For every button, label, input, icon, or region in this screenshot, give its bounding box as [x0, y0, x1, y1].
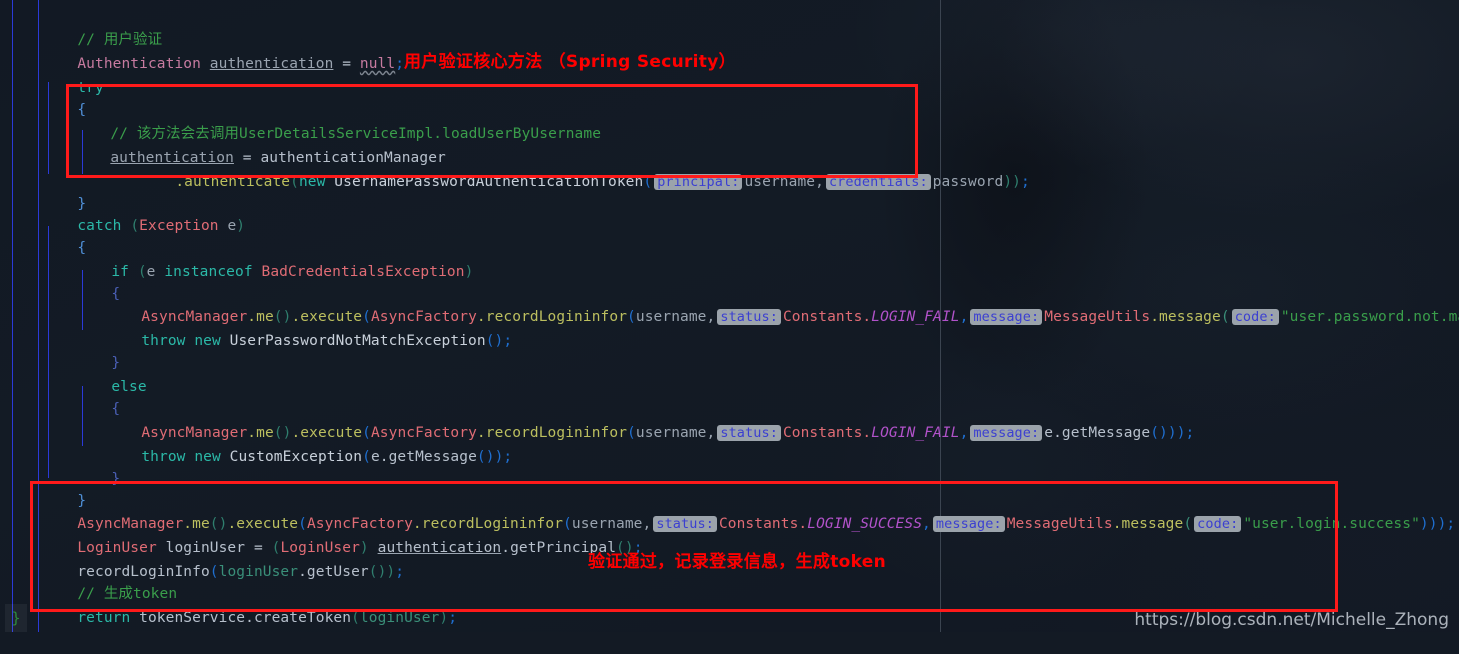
keyword-new: new: [185, 449, 221, 465]
paren-open: (: [129, 264, 147, 280]
class-customexception: CustomException: [220, 449, 363, 465]
method-message: .message: [1150, 309, 1221, 325]
code-line-close-brace-else: }: [76, 443, 120, 487]
semicolon: ;: [1446, 516, 1456, 532]
semicolon: ;: [448, 610, 458, 626]
code-line-close-brace-if: }: [76, 327, 120, 371]
paren-close: ): [464, 264, 474, 280]
string-user-password-not-match: "user.password.not.match": [1280, 309, 1459, 325]
code-line-catch: catch (Exception e): [42, 190, 245, 234]
expr-e-getmessage: e.getMessage: [1044, 425, 1151, 441]
paren-pair: (): [485, 333, 504, 349]
paren-close: ())): [1150, 425, 1186, 441]
class-badcredentials: BadCredentialsException: [252, 264, 465, 280]
null-literal: null: [359, 56, 396, 72]
highlight-box-auth-core: [66, 84, 918, 178]
arg-username: username,: [635, 425, 716, 441]
paren-open: (: [362, 449, 371, 465]
code-line-auth-decl: Authentication authentication = null;: [42, 28, 404, 72]
semicolon: ;: [1185, 425, 1195, 441]
semicolon: ;: [503, 449, 513, 465]
const-login-fail: LOGIN_FAIL: [871, 425, 960, 441]
semicolon: ;: [1020, 174, 1030, 190]
class-constants: Constants.: [782, 425, 872, 441]
paren-close: ))): [1419, 516, 1447, 532]
keyword-throw: throw: [141, 449, 186, 465]
assign-op: =: [333, 56, 360, 72]
inlay-hint-status: status:: [717, 425, 781, 441]
code-line-record-fail-2: AsyncManager.me().execute(AsyncFactory.r…: [106, 397, 1194, 441]
class-constants: Constants.: [782, 309, 872, 325]
arg-username: username,: [635, 309, 716, 325]
paren-open: (: [121, 218, 140, 234]
code-line-open-brace-if: {: [76, 258, 120, 302]
var-e: e: [146, 264, 156, 280]
keyword-instanceof: instanceof: [155, 264, 253, 280]
class-userpasswordnotmatch: UserPasswordNotMatchException: [220, 333, 486, 349]
code-line-open-brace-catch: {: [42, 212, 86, 256]
code-line-try: try: [42, 52, 104, 96]
paren-close: )): [1003, 174, 1021, 190]
keyword-new: new: [185, 333, 221, 349]
code-line-comment-user-auth: // 用户验证: [42, 4, 162, 48]
inlay-hint-message: message:: [970, 309, 1043, 325]
paren-close: ): [236, 218, 246, 234]
class-messageutils: MessageUtils: [1044, 309, 1151, 325]
annotation-auth-core: 用户验证核心方法 （Spring Security）: [404, 52, 736, 72]
expr-e-getmessage: e.getMessage: [370, 449, 477, 465]
var-authentication: authentication: [209, 56, 334, 72]
semicolon: ;: [395, 56, 405, 72]
class-exception: Exception: [139, 218, 219, 234]
paren-close: ): [439, 610, 449, 626]
code-line-throw-upnm: throw new UserPasswordNotMatchException(…: [106, 305, 512, 349]
paren-open-2: (: [627, 425, 636, 441]
paren-close: ()): [476, 449, 504, 465]
comma: ,: [959, 309, 969, 325]
indent-guide-outer: [12, 0, 13, 632]
annotation-login-success: 验证通过，记录登录信息，生成token: [588, 552, 886, 572]
inlay-hint-code: code:: [1231, 309, 1279, 325]
watermark-url: https://blog.csdn.net/Michelle_Zhong: [1134, 610, 1449, 630]
code-line-else: else: [76, 351, 147, 395]
var-loginuser: loginUser: [359, 610, 440, 626]
code-editor[interactable]: } // 用户验证 Authentication authentication …: [0, 0, 1459, 632]
code-line-record-fail-1: AsyncManager.me().execute(AsyncFactory.r…: [106, 281, 1459, 325]
paren-open-3: (: [1220, 309, 1230, 325]
keyword-return: return: [77, 610, 131, 626]
semicolon: ;: [503, 333, 513, 349]
paren-open: (: [351, 610, 360, 626]
code-line-throw-custom: throw new CustomException(e.getMessage()…: [106, 421, 512, 465]
inlay-hint-message: message:: [970, 425, 1043, 441]
closing-brace: }: [5, 604, 27, 632]
method-createtoken: .createToken: [245, 610, 352, 626]
keyword-throw: throw: [141, 333, 186, 349]
var-tokenservice: tokenService: [130, 610, 246, 626]
arg-password: password: [932, 174, 1004, 190]
comma: ,: [959, 425, 969, 441]
code-line-open-brace-else: {: [76, 373, 120, 417]
code-line-if-badcreds: if (e instanceof BadCredentialsException…: [76, 236, 473, 280]
const-login-fail: LOGIN_FAIL: [871, 309, 960, 325]
inlay-hint-status: status:: [717, 309, 781, 325]
var-e: e: [218, 218, 237, 234]
paren-open-2: (: [627, 309, 636, 325]
